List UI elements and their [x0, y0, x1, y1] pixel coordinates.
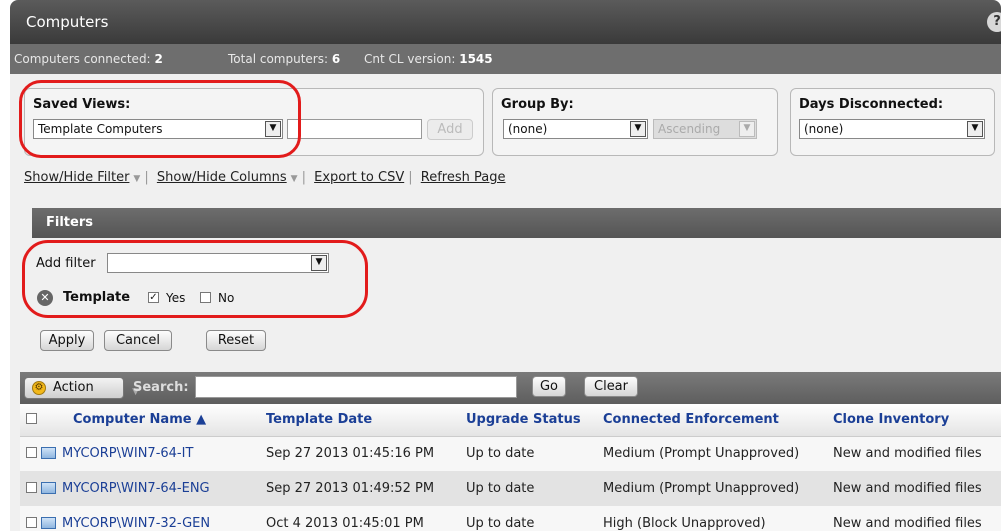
page-links: Show/Hide Filter ▼ | Show/Hide Columns ▼ | E… — [24, 170, 506, 185]
column-header-upgrade-status[interactable]: Upgrade Status — [460, 404, 597, 437]
computer-name-cell[interactable]: MYCORP\WIN7-32-GEN — [20, 506, 260, 531]
reset-button[interactable]: Reset — [206, 330, 266, 351]
column-header-clone-inventory[interactable]: Clone Inventory — [827, 404, 1001, 437]
upgrade-status-cell: Up to date — [460, 436, 597, 471]
help-icon[interactable]: ? — [987, 12, 1001, 32]
select-all-checkbox[interactable] — [26, 413, 37, 425]
total-computers: Total computers: 6 — [228, 52, 341, 66]
action-menu-button[interactable]: ⚙ Action ▼ — [24, 377, 139, 399]
table-row[interactable]: MYCORP\WIN7-32-GEN Oct 4 2013 01:45:01 P… — [20, 506, 1001, 531]
saved-views-highlight — [19, 80, 301, 158]
view-name-input[interactable] — [287, 119, 422, 139]
computer-name-cell[interactable]: MYCORP\WIN7-64-ENG — [20, 471, 260, 506]
search-input[interactable] — [195, 376, 517, 398]
computers-table: Computer Name ▲ Template Date Upgrade St… — [20, 404, 1001, 531]
add-view-button[interactable]: Add — [427, 119, 473, 140]
clone-inventory-cell: New and modified files — [827, 506, 1001, 531]
clear-button[interactable]: Clear — [584, 376, 638, 397]
group-by-group: Group By: (none) ▼ Ascending ▼ — [492, 88, 778, 156]
enforcement-cell: High (Block Unapproved) — [597, 506, 827, 531]
group-by-label: Group By: — [501, 97, 574, 112]
chevron-down-icon: ▼ — [739, 121, 755, 137]
window-title-bar: Computers ? — [10, 0, 1001, 44]
table-row[interactable]: MYCORP\WIN7-64-IT Sep 27 2013 01:45:16 P… — [20, 436, 1001, 471]
column-header-name[interactable]: Computer Name ▲ — [20, 404, 260, 437]
group-by-select[interactable]: (none) ▼ — [503, 119, 648, 139]
computer-name-cell[interactable]: MYCORP\WIN7-64-IT — [20, 436, 260, 471]
cl-version: Cnt CL version: 1545 — [364, 52, 493, 66]
clone-inventory-cell: New and modified files — [827, 436, 1001, 471]
template-date-cell: Sep 27 2013 01:45:16 PM — [260, 436, 460, 471]
export-csv-link[interactable]: Export to CSV — [314, 170, 404, 185]
template-date-cell: Oct 4 2013 01:45:01 PM — [260, 506, 460, 531]
row-checkbox[interactable] — [26, 447, 37, 459]
upgrade-status-cell: Up to date — [460, 471, 597, 506]
window-title: Computers — [26, 13, 109, 31]
action-icon: ⚙ — [32, 381, 46, 395]
computer-icon — [41, 447, 56, 460]
go-button[interactable]: Go — [532, 376, 566, 397]
caret-down-icon: ▼ — [133, 174, 141, 184]
computer-icon — [41, 517, 56, 529]
table-row[interactable]: MYCORP\WIN7-64-ENG Sep 27 2013 01:49:52 … — [20, 471, 1001, 506]
apply-button[interactable]: Apply — [40, 330, 94, 351]
group-order-select[interactable]: Ascending ▼ — [653, 119, 757, 139]
search-label: Search: — [133, 380, 189, 395]
days-disconnected-select[interactable]: (none) ▼ — [799, 119, 985, 139]
chevron-down-icon: ▼ — [630, 121, 646, 137]
cancel-button[interactable]: Cancel — [104, 330, 172, 351]
filters-heading: Filters — [46, 215, 93, 230]
status-bar: Computers connected: 2 Total computers: … — [10, 44, 1001, 74]
filter-highlight — [22, 240, 368, 318]
refresh-page-link[interactable]: Refresh Page — [421, 170, 506, 185]
clone-inventory-cell: New and modified files — [827, 471, 1001, 506]
show-hide-columns-link[interactable]: Show/Hide Columns — [157, 170, 287, 185]
enforcement-cell: Medium (Prompt Unapproved) — [597, 436, 827, 471]
action-toolbar: ⚙ Action ▼ Search: Go Clear — [20, 372, 1001, 404]
row-checkbox[interactable] — [26, 517, 37, 528]
enforcement-cell: Medium (Prompt Unapproved) — [597, 471, 827, 506]
row-checkbox[interactable] — [26, 482, 37, 493]
show-hide-filter-link[interactable]: Show/Hide Filter — [24, 170, 129, 185]
computer-icon — [41, 482, 56, 494]
chevron-down-icon: ▼ — [967, 121, 983, 137]
table-header-row: Computer Name ▲ Template Date Upgrade St… — [20, 404, 1001, 437]
upgrade-status-cell: Up to date — [460, 506, 597, 531]
filters-header[interactable]: Filters — [32, 208, 1001, 238]
computers-connected: Computers connected: 2 — [14, 52, 163, 66]
days-disconnected-group: Days Disconnected: (none) ▼ — [790, 88, 995, 156]
column-header-connected-enforcement[interactable]: Connected Enforcement — [597, 404, 827, 437]
template-date-cell: Sep 27 2013 01:49:52 PM — [260, 471, 460, 506]
days-disconnected-label: Days Disconnected: — [799, 97, 944, 112]
caret-down-icon: ▼ — [290, 174, 298, 184]
column-header-template-date[interactable]: Template Date — [260, 404, 460, 437]
